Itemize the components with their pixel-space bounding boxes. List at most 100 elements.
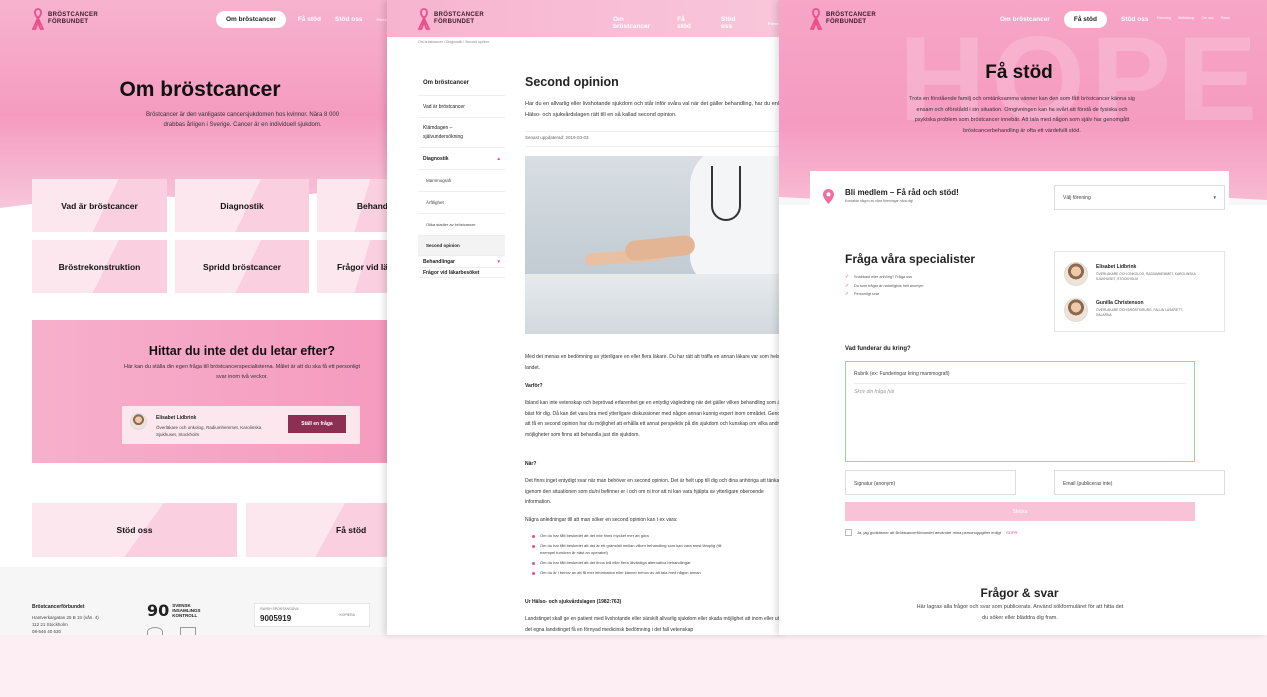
90-konto-logo: 90 SVENSK INSAMLINGS KONTROLL: [147, 601, 201, 620]
benefits-list: Snabbast eller anhörig? Fråga oss Du som…: [845, 274, 923, 301]
footer-org: Bröstcancerförbundet: [32, 604, 85, 610]
subject-field[interactable]: Rubrik (ex: Funderingar kring mammografi…: [854, 371, 1186, 384]
nav-fa-stod[interactable]: Få stöd: [296, 11, 323, 28]
consent-checkbox[interactable]: [845, 529, 852, 536]
page-title: Om bröstcancer: [119, 78, 281, 101]
expert-box: Elisabet Lidbrink Överläkare och onkolog…: [122, 406, 360, 444]
breadcrumb[interactable]: Om bröstcancer / Diagnostik / Second opi…: [418, 40, 489, 44]
list-item: Om du har fått beskedet att det inte fin…: [532, 533, 722, 540]
ask-question-section: Hittar du inte det du letar efter? Här k…: [32, 320, 400, 463]
page-lead: Bröstcancer är den vanligaste cancersjuk…: [145, 112, 340, 128]
secondary-nav: Förening Webbshop Om oss Press: [1157, 16, 1230, 20]
avatar: [130, 413, 147, 430]
om-brostcancer-page: BRÖSTCANCER FÖRBUNDET Om bröstcancer Få s…: [0, 0, 400, 635]
ask-specialists-section: Fråga våra specialister Snabbast eller a…: [810, 232, 1229, 557]
site-logo[interactable]: BRÖSTCANCER FÖRBUNDET: [32, 8, 98, 30]
sidebar-item-klamdagen[interactable]: Klämdagen – självundersökning: [418, 118, 505, 148]
consent-text: Ja, jag godkänner att Bröstcancerförbund…: [857, 530, 1001, 535]
sidebar-item-fragor-vid-lakarbesoket[interactable]: Frågor vid läkarbesöket: [418, 268, 505, 278]
card-fa-stod[interactable]: Få stöd: [246, 503, 400, 557]
expert-name: Gunilla Christenson: [1096, 300, 1144, 306]
list-item: Om du har fått beskedet att det är ett g…: [532, 543, 722, 556]
card-label: Bröstrekonstruktion: [58, 261, 141, 272]
nav-fa-stod[interactable]: Få stöd: [675, 11, 697, 35]
membership-box: Bli medlem – Få råd och stöd! Kontakta n…: [810, 171, 1229, 222]
swish-box[interactable]: SWISH SPONTANGÅVA 9005919 KOPIERA: [254, 603, 370, 627]
association-select[interactable]: Välj förening ▾: [1054, 185, 1225, 210]
fa-stod-page: HOPE BRÖSTCANCER FÖRBUNDET Om bröstcancer…: [779, 0, 1267, 635]
updated-date: Senast uppdaterad: 2019-03-03: [525, 131, 787, 147]
sidebar-item-arftlighet[interactable]: Ärftlighet: [418, 192, 505, 214]
ask-question-button[interactable]: Ställ en fråga: [288, 415, 346, 433]
card-spridd-brostcancer[interactable]: Spridd bröstcancer: [175, 240, 309, 293]
nav-stod-oss[interactable]: Stöd oss: [1119, 11, 1150, 28]
nav-webbshop[interactable]: Webbshop: [1178, 16, 1195, 20]
reasons-list: Om du har fått beskedet att det inte fin…: [532, 533, 722, 580]
pink-ribbon-icon: [810, 8, 822, 30]
nav-om-brostcancer[interactable]: Om bröstcancer: [998, 11, 1052, 28]
pink-ribbon-icon: [418, 8, 430, 30]
pink-ribbon-icon: [32, 8, 44, 30]
paragraph: Landstinget skall ge en patient med livs…: [525, 616, 786, 633]
sidebar-item-mammografi[interactable]: Mammografi: [418, 170, 505, 192]
paragraph: Några anledningar till att man söker en …: [525, 517, 678, 523]
expert-card: Elisabet Lidbrink Överläkare och onkolog,…: [1064, 262, 1196, 286]
page-title: Second opinion: [525, 75, 619, 89]
sidebar-item-diagnostik[interactable]: Diagnostik ▴: [418, 148, 505, 170]
seal-icon: [147, 627, 163, 635]
send-button[interactable]: Skicka: [845, 502, 1195, 521]
intro-text: Har du en allvarlig eller livshotande sj…: [525, 101, 785, 118]
membership-title: Bli medlem – Få råd och stöd!: [845, 188, 959, 197]
logo-text: BRÖSTCANCER FÖRBUNDET: [826, 12, 876, 25]
nav-press[interactable]: Press: [1221, 16, 1230, 20]
heading-when: När?: [525, 461, 537, 467]
nav-om-oss[interactable]: Om oss: [1202, 16, 1214, 20]
page-title: Få stöd: [985, 62, 1053, 83]
main-nav: Om bröstcancer Få stöd Stöd oss: [998, 11, 1150, 28]
list-item: Personligt svar: [845, 291, 923, 297]
main-nav: Om bröstcancer Få stöd Stöd oss Föreni: [216, 11, 390, 28]
nav-fa-stod[interactable]: Få stöd: [1063, 11, 1107, 28]
card-label: Diagnostik: [220, 200, 264, 211]
footer: Bröstcancerförbundet Hantverkargatan 25 …: [0, 567, 400, 635]
question-form[interactable]: Rubrik (ex: Funderingar kring mammografi…: [845, 361, 1195, 462]
card-vad-ar-brostcancer[interactable]: Vad är bröstcancer: [32, 179, 167, 232]
card-label: Stöd oss: [116, 525, 153, 535]
list-item: Snabbast eller anhörig? Fråga oss: [845, 274, 923, 280]
signature-field[interactable]: Signatur (anonym): [845, 470, 1016, 495]
sidebar-item-second-opinion[interactable]: Second opinion: [418, 236, 505, 256]
sidebar-item-vad-ar-brostcancer[interactable]: Vad är bröstcancer: [418, 96, 505, 118]
heading-why: Varför?: [525, 383, 543, 389]
card-brostrekonstruktion[interactable]: Bröstrekonstruktion: [32, 240, 167, 293]
nav-forening[interactable]: Förening: [1157, 16, 1171, 20]
expert-name: Elisabet Lidbrink: [156, 415, 197, 421]
nav-om-brostcancer[interactable]: Om bröstcancer: [611, 11, 653, 35]
gdpr-link[interactable]: GDPR: [1006, 530, 1018, 535]
section-title: Fråga våra specialister: [845, 252, 976, 266]
card-diagnostik[interactable]: Diagnostik: [175, 179, 309, 232]
nav-om-brostcancer[interactable]: Om bröstcancer: [216, 11, 286, 28]
sidebar-item-olika-stadier[interactable]: Olika stadier av bröstcancer: [418, 214, 505, 236]
copy-button[interactable]: KOPIERA: [339, 613, 355, 617]
sidebar-item-behandlingar[interactable]: Behandlingar ▾: [418, 256, 505, 268]
card-stod-oss[interactable]: Stöd oss: [32, 503, 237, 557]
paragraph: Det finns inget entydigt svar när man be…: [525, 478, 780, 505]
nav-stod-oss[interactable]: Stöd oss: [719, 11, 744, 35]
consent-row: Ja, jag godkänner att Bröstcancerförbund…: [845, 529, 1017, 536]
section-title: Hittar du inte det du letar efter?: [148, 344, 336, 358]
location-pin-icon: [823, 189, 834, 204]
card-label: Vad är bröstcancer: [61, 200, 138, 211]
logo-text: BRÖSTCANCER FÖRBUNDET: [434, 12, 484, 25]
site-logo[interactable]: BRÖSTCANCER FÖRBUNDET: [810, 8, 876, 30]
list-item: Om du har fått beskedet att det finns tv…: [532, 560, 722, 567]
heading-law: Ur Hälso- och sjukvårdslagen (1982:763): [525, 599, 622, 605]
question-textarea[interactable]: Skriv din fråga här: [854, 389, 895, 395]
email-field[interactable]: Email (publiceras inte): [1054, 470, 1225, 495]
expert-role: Överläkare och onkolog, Radiumhemmet, Ka…: [156, 425, 262, 437]
sidebar-item-om-brostcancer[interactable]: Om bröstcancer: [418, 70, 505, 96]
logo-text: BRÖSTCANCER FÖRBUNDET: [48, 12, 98, 25]
second-opinion-page: BRÖSTCANCER FÖRBUNDET Om bröstcancer Få s…: [387, 0, 787, 635]
expert-role: Överläkare och bröstkirurg, Falun lasare…: [1096, 308, 1183, 317]
site-logo[interactable]: BRÖSTCANCER FÖRBUNDET: [418, 8, 484, 30]
nav-stod-oss[interactable]: Stöd oss: [333, 11, 364, 28]
